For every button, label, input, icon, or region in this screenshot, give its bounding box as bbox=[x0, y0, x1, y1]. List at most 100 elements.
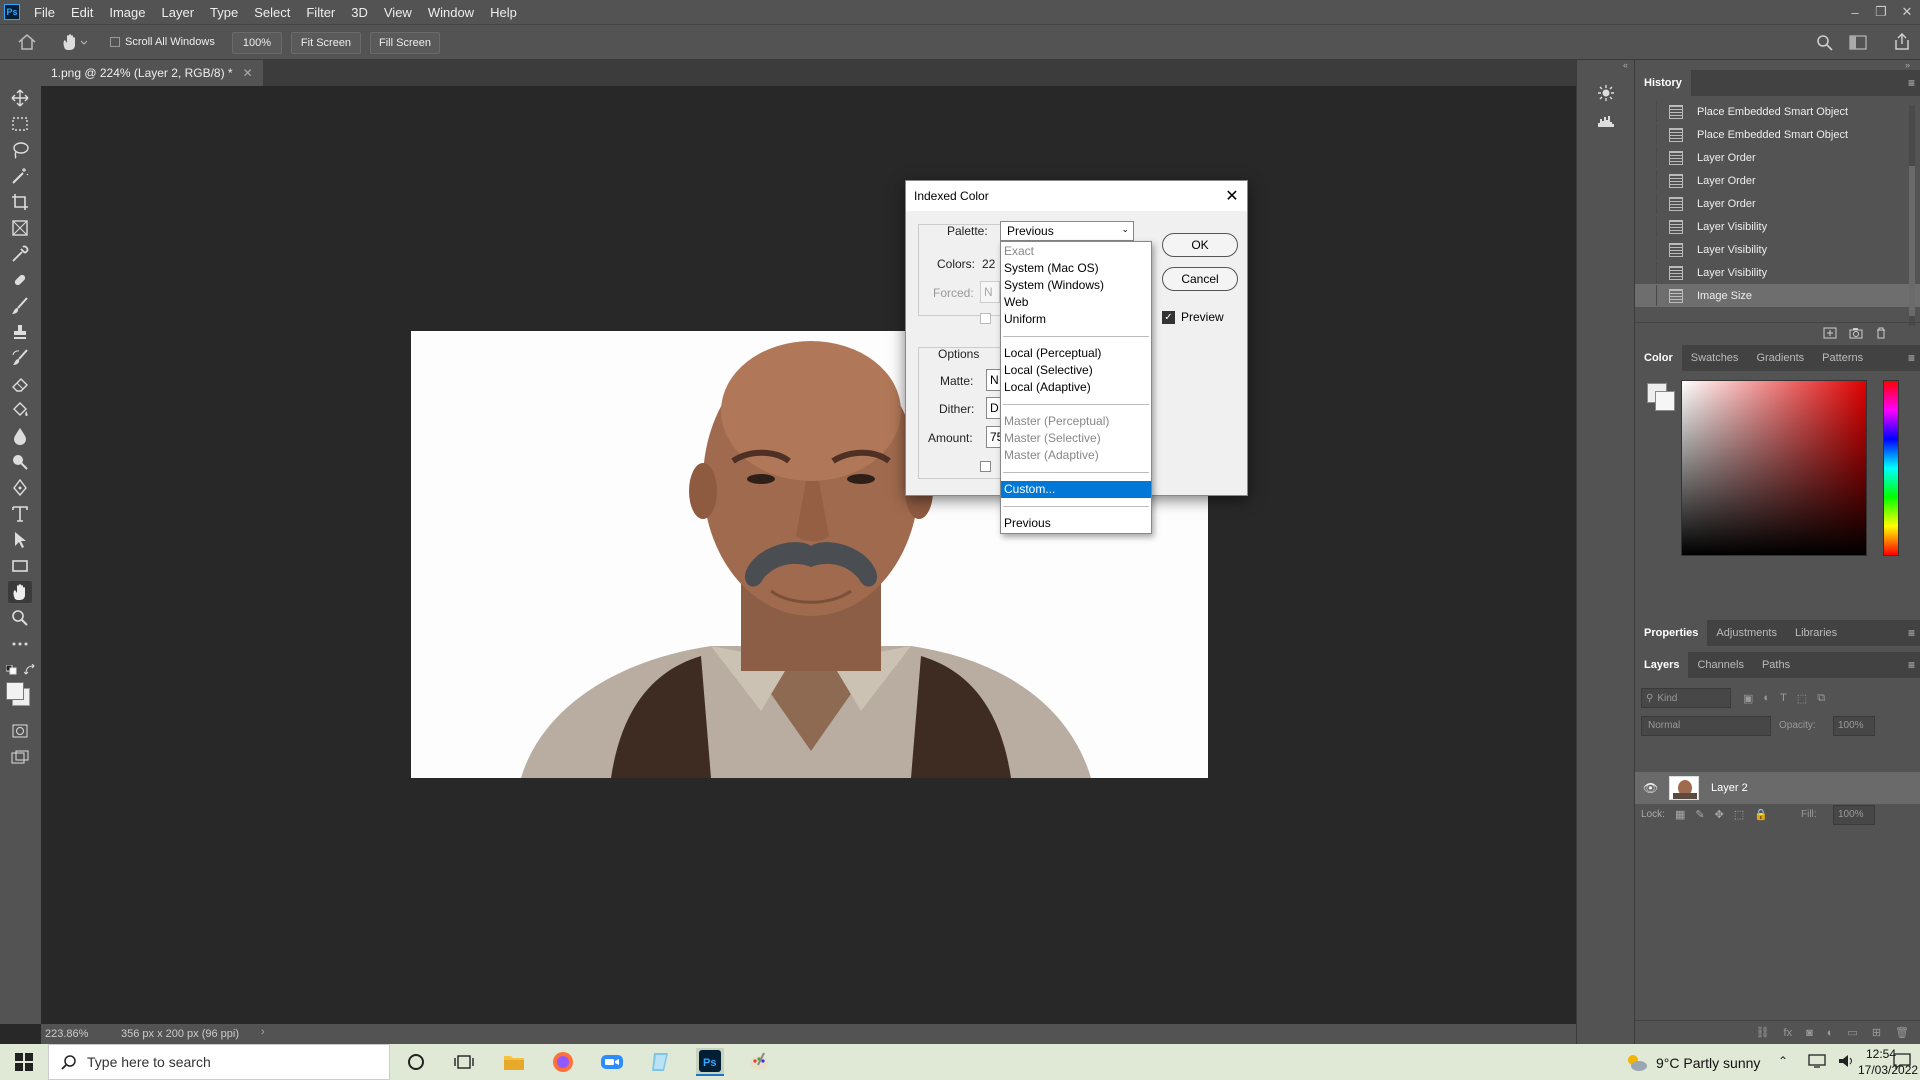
zoom-100-button[interactable]: 100% bbox=[232, 32, 282, 54]
history-item[interactable]: Layer Visibility bbox=[1635, 215, 1920, 238]
preview-checkbox[interactable]: ✓ Preview bbox=[1162, 310, 1224, 324]
lock-position-icon[interactable]: ✥ bbox=[1715, 808, 1724, 821]
history-source-checkbox[interactable] bbox=[1641, 101, 1657, 122]
move-tool-icon[interactable] bbox=[8, 87, 32, 109]
new-document-from-state-icon[interactable] bbox=[1823, 327, 1837, 339]
canvas-area[interactable] bbox=[41, 86, 1576, 1024]
photoshop-taskbar-icon[interactable]: Ps bbox=[696, 1048, 724, 1076]
history-item[interactable]: Layer Order bbox=[1635, 169, 1920, 192]
marquee-tool-icon[interactable] bbox=[8, 113, 32, 135]
close-window-icon[interactable]: ✕ bbox=[1894, 0, 1920, 24]
paint-bucket-tool-icon[interactable] bbox=[8, 399, 32, 421]
opacity-field[interactable]: 100% bbox=[1833, 716, 1875, 736]
history-item[interactable]: Image Size bbox=[1635, 284, 1920, 307]
lock-artboard-icon[interactable]: ⬚ bbox=[1734, 808, 1744, 821]
smart-object-filter-icon[interactable]: ⧉ bbox=[1817, 692, 1825, 705]
menu-layer[interactable]: Layer bbox=[154, 5, 203, 20]
crop-tool-icon[interactable] bbox=[8, 191, 32, 213]
notepad-app-icon[interactable] bbox=[647, 1048, 675, 1076]
weather-sun-cloud-icon[interactable] bbox=[1624, 1052, 1648, 1072]
history-source-checkbox[interactable] bbox=[1641, 262, 1657, 283]
delete-state-icon[interactable] bbox=[1875, 327, 1887, 339]
history-item[interactable]: Layer Visibility bbox=[1635, 261, 1920, 284]
layer-mask-icon[interactable]: ◙ bbox=[1806, 1027, 1813, 1039]
hand-tool-icon[interactable] bbox=[8, 581, 32, 603]
histogram-panel-icon[interactable] bbox=[1597, 114, 1615, 128]
home-icon[interactable] bbox=[18, 34, 36, 50]
palette-option-local-selective[interactable]: Local (Selective) bbox=[1001, 362, 1151, 379]
windows-start-icon[interactable] bbox=[10, 1048, 38, 1076]
palette-option-system-mac-os[interactable]: System (Mac OS) bbox=[1001, 260, 1151, 277]
fit-screen-button[interactable]: Fit Screen bbox=[291, 32, 361, 54]
colors-field[interactable]: 22 bbox=[982, 257, 995, 271]
fill-field[interactable]: 100% bbox=[1833, 805, 1875, 825]
palette-option-web[interactable]: Web bbox=[1001, 294, 1151, 311]
panel-menu-icon[interactable]: ≡ bbox=[1908, 76, 1920, 90]
taskbar-search-box[interactable]: Type here to search bbox=[48, 1044, 390, 1080]
tab-patterns[interactable]: Patterns bbox=[1813, 345, 1872, 371]
history-item[interactable]: Layer Visibility bbox=[1635, 238, 1920, 261]
tab-properties[interactable]: Properties bbox=[1635, 620, 1708, 646]
menu-window[interactable]: Window bbox=[420, 5, 482, 20]
hue-slider[interactable] bbox=[1883, 380, 1899, 556]
history-source-checkbox[interactable] bbox=[1641, 124, 1657, 145]
type-filter-icon[interactable]: T bbox=[1780, 692, 1787, 705]
menu-edit[interactable]: Edit bbox=[63, 5, 101, 20]
properties-panel-menu-icon[interactable]: ≡ bbox=[1908, 626, 1920, 640]
status-menu-arrow-icon[interactable]: › bbox=[261, 1026, 265, 1038]
forced-select[interactable]: N bbox=[980, 281, 1000, 303]
lasso-tool-icon[interactable] bbox=[8, 139, 32, 161]
paint-app-icon[interactable] bbox=[745, 1048, 773, 1076]
hand-tool-preset-icon[interactable] bbox=[61, 33, 87, 51]
zoom-app-icon[interactable] bbox=[598, 1048, 626, 1076]
type-tool-icon[interactable] bbox=[8, 503, 32, 525]
menu-select[interactable]: Select bbox=[246, 5, 298, 20]
cortana-icon[interactable] bbox=[402, 1048, 430, 1076]
history-source-checkbox[interactable] bbox=[1641, 193, 1657, 214]
preserve-exact-colors-checkbox[interactable] bbox=[980, 461, 991, 472]
frame-tool-icon[interactable] bbox=[8, 217, 32, 239]
tab-swatches[interactable]: Swatches bbox=[1682, 345, 1748, 371]
ok-button[interactable]: OK bbox=[1162, 233, 1238, 257]
delete-layer-icon[interactable]: 🗑 bbox=[1895, 1026, 1909, 1039]
history-item[interactable]: Place Embedded Smart Object bbox=[1635, 123, 1920, 146]
close-tab-icon[interactable]: ✕ bbox=[243, 66, 253, 80]
weather-text[interactable]: 9°C Partly sunny bbox=[1656, 1055, 1760, 1071]
firefox-icon[interactable] bbox=[549, 1048, 577, 1076]
path-selection-tool-icon[interactable] bbox=[8, 529, 32, 551]
brush-tool-icon[interactable] bbox=[8, 295, 32, 317]
volume-icon[interactable] bbox=[1838, 1054, 1856, 1068]
layers-panel-menu-icon[interactable]: ≡ bbox=[1908, 658, 1920, 672]
menu-filter[interactable]: Filter bbox=[298, 5, 343, 20]
history-source-checkbox[interactable] bbox=[1641, 147, 1657, 168]
layer-row[interactable]: 👁 Layer 2 bbox=[1635, 772, 1920, 804]
show-hidden-icons-chevron-icon[interactable]: ⌃ bbox=[1778, 1054, 1788, 1068]
tab-history[interactable]: History bbox=[1635, 70, 1691, 96]
snapshot-camera-icon[interactable] bbox=[1849, 327, 1863, 339]
layer-kind-filter[interactable]: ⚲ Kind bbox=[1641, 688, 1731, 708]
task-view-icon[interactable] bbox=[450, 1048, 478, 1076]
tab-gradients[interactable]: Gradients bbox=[1747, 345, 1813, 371]
swap-colors-icon[interactable] bbox=[24, 664, 36, 676]
palette-option-previous[interactable]: Previous bbox=[1001, 515, 1151, 532]
cancel-button[interactable]: Cancel bbox=[1162, 267, 1238, 291]
foreground-color-swatch[interactable] bbox=[6, 682, 24, 700]
palette-option-local-perceptual[interactable]: Local (Perceptual) bbox=[1001, 345, 1151, 362]
zoom-tool-icon[interactable] bbox=[8, 607, 32, 629]
tab-channels[interactable]: Channels bbox=[1688, 652, 1752, 678]
menu-image[interactable]: Image bbox=[101, 5, 153, 20]
tab-adjustments[interactable]: Adjustments bbox=[1707, 620, 1786, 646]
clone-stamp-tool-icon[interactable] bbox=[8, 321, 32, 343]
more-tools-icon[interactable] bbox=[8, 633, 32, 655]
history-brush-tool-icon[interactable] bbox=[8, 347, 32, 369]
tab-paths[interactable]: Paths bbox=[1753, 652, 1799, 678]
eraser-tool-icon[interactable] bbox=[8, 373, 32, 395]
light-panel-icon[interactable] bbox=[1597, 84, 1615, 102]
eyedropper-tool-icon[interactable] bbox=[8, 243, 32, 265]
fill-screen-button[interactable]: Fill Screen bbox=[370, 32, 440, 54]
palette-option-local-adaptive[interactable]: Local (Adaptive) bbox=[1001, 379, 1151, 396]
tab-layers[interactable]: Layers bbox=[1635, 652, 1689, 678]
history-source-checkbox[interactable] bbox=[1641, 285, 1657, 306]
menu-file[interactable]: File bbox=[26, 5, 63, 20]
lock-all-icon[interactable]: 🔒 bbox=[1754, 808, 1768, 821]
